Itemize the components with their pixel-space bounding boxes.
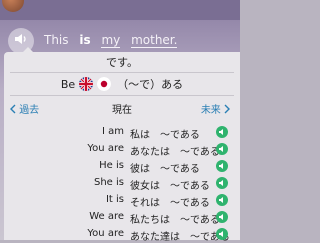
tense-next-button[interactable]: 未来: [201, 101, 230, 116]
conjugation-row: I am 私は 〜である: [4, 124, 240, 141]
sentence-word-my[interactable]: my: [101, 33, 121, 48]
chevron-right-icon: [224, 104, 230, 114]
conjugation-panel: です。 Be （〜で）ある 過去 現在 未来 I am 私は 〜である You …: [4, 47, 240, 243]
tense-nav: 過去 現在 未来: [4, 101, 240, 116]
conjugation-japanese: 私は 〜である: [130, 130, 200, 141]
conjugation-japanese: 私たちは 〜である: [130, 215, 220, 226]
verb-meaning: （〜で）ある: [117, 78, 184, 91]
conjugation-row: We are 私たちは 〜である: [4, 209, 240, 226]
conjugation-english: I am: [102, 126, 124, 137]
play-sound-icon[interactable]: [216, 160, 228, 172]
conjugation-japanese: あなたは 〜である: [130, 147, 220, 158]
sentence-word-is[interactable]: is: [79, 33, 90, 47]
verb-label: Be: [60, 77, 76, 91]
conjugation-english: He is: [99, 160, 124, 171]
word-translation-header: です。: [106, 56, 138, 69]
conjugation-row: You are あなたは 〜である: [4, 141, 240, 158]
conjugation-english: It is: [105, 194, 124, 205]
conjugation-japanese: それは 〜である: [130, 198, 210, 209]
sentence-row: This is my mother.: [8, 28, 240, 54]
play-sound-icon[interactable]: [216, 126, 228, 138]
play-sound-icon[interactable]: [216, 177, 228, 189]
top-strip: [0, 0, 240, 20]
sentence-word-this[interactable]: This: [44, 33, 69, 47]
conjugation-row: He is 彼は 〜である: [4, 158, 240, 175]
divider: [10, 95, 234, 96]
play-sound-icon[interactable]: [216, 194, 228, 206]
japan-flag-icon: [97, 77, 112, 91]
conjugation-row: It is それは 〜である: [4, 192, 240, 209]
conjugation-japanese: あなた達は 〜である: [130, 232, 230, 243]
conjugation-english: We are: [89, 211, 124, 222]
avatar: [2, 0, 24, 12]
play-sound-icon[interactable]: [216, 211, 228, 223]
conjugation-japanese: 彼は 〜である: [130, 164, 200, 175]
uk-flag-icon: [79, 77, 94, 91]
conjugation-english: She is: [93, 177, 124, 188]
verb-row: Be （〜で）ある: [4, 76, 240, 92]
play-sound-icon[interactable]: [216, 228, 228, 240]
tense-next-label: 未来: [200, 105, 221, 116]
sentence: This is my mother.: [44, 33, 184, 48]
sentence-word-mother[interactable]: mother.: [131, 33, 178, 48]
conjugation-english: You are: [87, 228, 124, 239]
play-sound-icon[interactable]: [216, 143, 228, 155]
conjugation-row: She is 彼女は 〜である: [4, 175, 240, 192]
conjugation-japanese: 彼女は 〜である: [130, 181, 210, 192]
panel-pointer: [22, 47, 34, 53]
divider: [10, 72, 234, 73]
conjugation-english: You are: [87, 143, 124, 154]
